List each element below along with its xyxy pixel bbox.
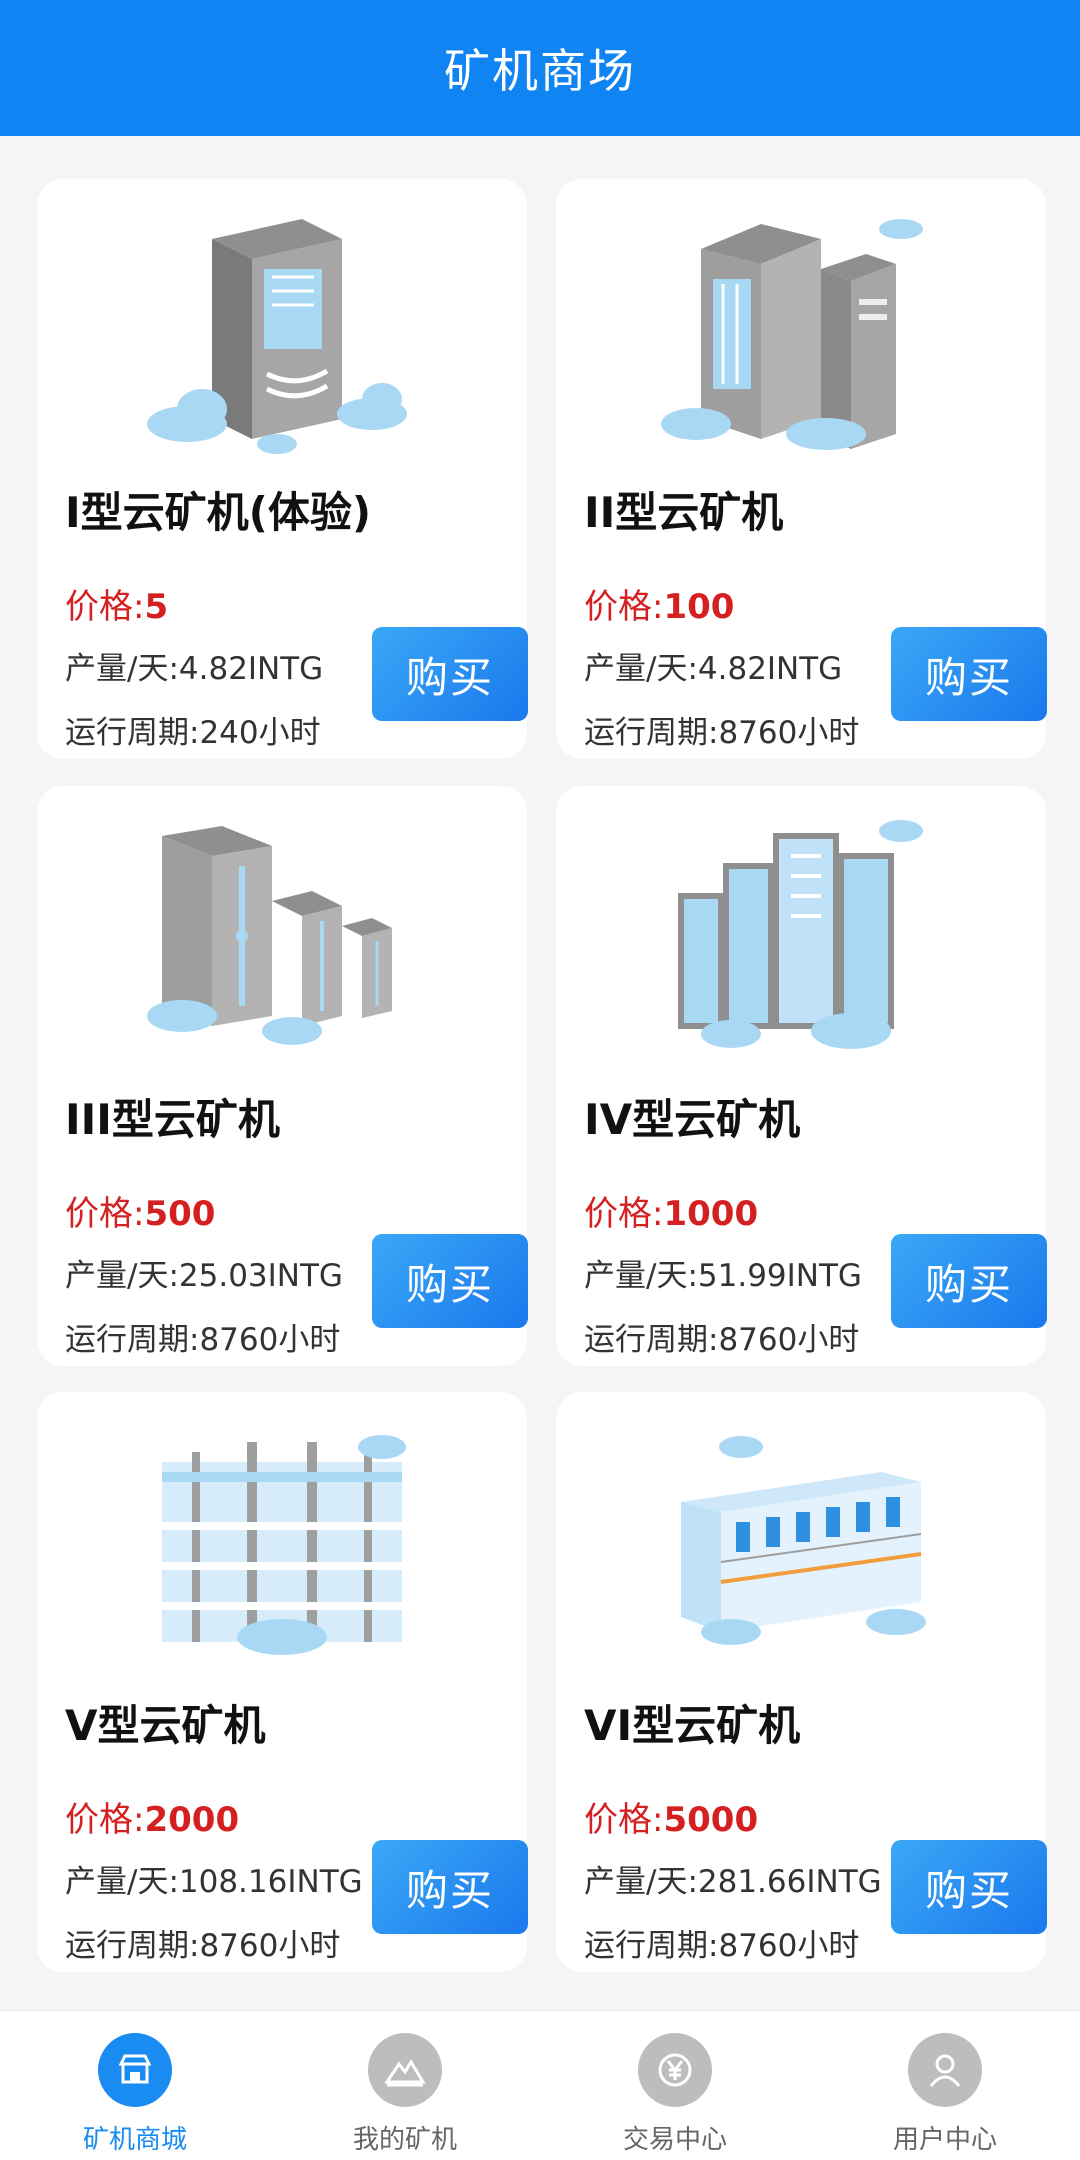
product-output: 产量/天:25.03INTG: [65, 1258, 343, 1294]
product-price: 价格:1000: [584, 1194, 759, 1234]
product-output: 产量/天:51.99INTG: [584, 1258, 862, 1294]
product-name: I型云矿机(体验): [65, 488, 372, 537]
buy-button[interactable]: 购买: [372, 1234, 528, 1328]
tab-label: 我的矿机: [352, 2125, 457, 2155]
store-icon: [98, 2033, 172, 2107]
product-price: 价格:2000: [65, 1800, 240, 1840]
product-name: II型云矿机: [584, 488, 784, 537]
user-icon: [908, 2033, 982, 2107]
product-price: 价格:5: [65, 587, 169, 627]
product-name: III型云矿机: [65, 1095, 280, 1144]
single-server-tower-icon: [147, 219, 407, 454]
product-cycle: 运行周期:8760小时: [584, 1322, 860, 1358]
product-price: 价格:5000: [584, 1800, 759, 1840]
product-card: I型云矿机(体验) 价格:5 产量/天:4.82INTG 运行周期:240小时 …: [37, 179, 528, 759]
product-price: 价格:100: [584, 587, 735, 627]
product-card: II型云矿机 价格:100 产量/天:4.82INTG 运行周期:8760小时 …: [556, 179, 1047, 759]
data-center-icon: [681, 1436, 926, 1645]
product-name: VI型云矿机: [584, 1701, 801, 1750]
buy-button[interactable]: 购买: [372, 627, 528, 721]
product-output: 产量/天:108.16INTG: [65, 1864, 363, 1900]
product-card: VI型云矿机 价格:5000 产量/天:281.66INTG 运行周期:8760…: [556, 1392, 1047, 1972]
mountain-icon: [368, 2033, 442, 2107]
three-server-towers-icon: [147, 826, 392, 1045]
product-cycle: 运行周期:240小时: [65, 715, 321, 751]
server-rack-row-icon: [162, 1435, 406, 1655]
buy-button[interactable]: 购买: [891, 1840, 1047, 1934]
product-card: V型云矿机 价格:2000 产量/天:108.16INTG 运行周期:8760小…: [37, 1392, 528, 1972]
product-cycle: 运行周期:8760小时: [584, 715, 860, 751]
product-output: 产量/天:4.82INTG: [65, 651, 324, 687]
tab-user-center[interactable]: 用户中心: [810, 2011, 1080, 2160]
product-card: III型云矿机 价格:500 产量/天:25.03INTG 运行周期:8760小…: [37, 786, 528, 1366]
twin-server-towers-icon: [661, 219, 923, 450]
product-name: IV型云矿机: [584, 1095, 801, 1144]
buy-button[interactable]: 购买: [891, 627, 1047, 721]
page-title: 矿机商场: [444, 44, 636, 98]
product-cycle: 运行周期:8760小时: [65, 1928, 341, 1964]
tab-label: 用户中心: [892, 2125, 997, 2155]
product-output: 产量/天:4.82INTG: [584, 651, 843, 687]
product-price: 价格:500: [65, 1194, 216, 1234]
tab-label: 交易中心: [622, 2125, 727, 2155]
bottom-tab-bar: 矿机商城 我的矿机 交易中心 用户中心: [0, 2010, 1080, 2160]
server-rack-cluster-icon: [678, 820, 923, 1049]
app-header: 矿机商场: [0, 0, 1080, 136]
product-card: IV型云矿机 价格:1000 产量/天:51.99INTG 运行周期:8760小…: [556, 786, 1047, 1366]
yen-exchange-icon: [638, 2033, 712, 2107]
buy-button[interactable]: 购买: [891, 1234, 1047, 1328]
buy-button[interactable]: 购买: [372, 1840, 528, 1934]
product-cycle: 运行周期:8760小时: [584, 1928, 860, 1964]
product-output: 产量/天:281.66INTG: [584, 1864, 882, 1900]
product-name: V型云矿机: [65, 1701, 266, 1750]
tab-my-miners[interactable]: 我的矿机: [270, 2011, 540, 2160]
tab-label: 矿机商城: [82, 2125, 187, 2155]
product-cycle: 运行周期:8760小时: [65, 1322, 341, 1358]
tab-mining-store[interactable]: 矿机商城: [0, 2011, 270, 2160]
tab-trading-center[interactable]: 交易中心: [540, 2011, 810, 2160]
